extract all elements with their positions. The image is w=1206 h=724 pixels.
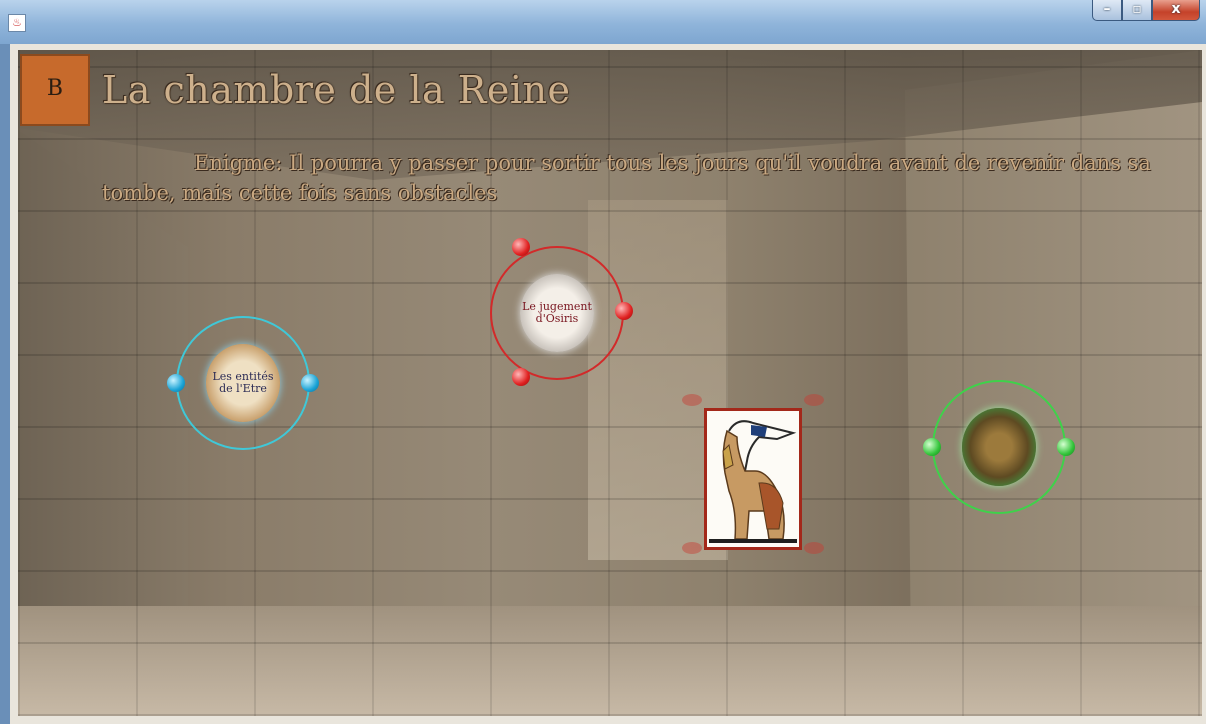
orb-knob-right[interactable] — [615, 302, 633, 320]
maximize-button[interactable]: ▫ — [1122, 0, 1152, 21]
game-scene: B La chambre de la Reine Enigme: Il pour… — [18, 50, 1202, 716]
item-orb-entites[interactable]: Les entités de l'Etre — [167, 316, 319, 450]
orb-knob-right[interactable] — [1057, 438, 1075, 456]
orb-label: Les entités de l'Etre — [212, 370, 274, 395]
orb-label: Le jugement d'Osiris — [522, 300, 592, 325]
portrait-corner-handle[interactable] — [804, 394, 824, 406]
room-title: La chambre de la Reine — [102, 68, 571, 112]
close-button[interactable]: x — [1152, 0, 1200, 21]
orb-image: Le jugement d'Osiris — [520, 274, 594, 352]
java-icon: ♨ — [8, 14, 26, 32]
orb-knob-top[interactable] — [512, 238, 530, 256]
window-controls: – ▫ x — [1092, 0, 1200, 21]
orb-knob-right[interactable] — [301, 374, 319, 392]
window-titlebar[interactable]: ♨ – ▫ x — [0, 0, 1206, 44]
minimize-button[interactable]: – — [1092, 0, 1122, 21]
orb-knob-left[interactable] — [923, 438, 941, 456]
portrait-corner-handle[interactable] — [682, 394, 702, 406]
orb-knob-bottom[interactable] — [512, 368, 530, 386]
item-orb-jugement[interactable]: Le jugement d'Osiris — [490, 238, 633, 386]
portrait-corner-handle[interactable] — [682, 542, 702, 554]
portrait-corner-handle[interactable] — [804, 542, 824, 554]
ammit-figure-icon — [709, 420, 797, 543]
orb-image: Les entités de l'Etre — [206, 344, 280, 422]
item-orb-green[interactable] — [923, 380, 1075, 514]
orb-knob-left[interactable] — [167, 374, 185, 392]
level-badge[interactable]: B — [20, 54, 90, 126]
orb-image — [962, 408, 1036, 486]
game-frame: B La chambre de la Reine Enigme: Il pour… — [10, 44, 1206, 724]
riddle-text: Enigme: Il pourra y passer pour sortir t… — [102, 151, 1151, 205]
ammit-portrait[interactable] — [704, 408, 802, 550]
